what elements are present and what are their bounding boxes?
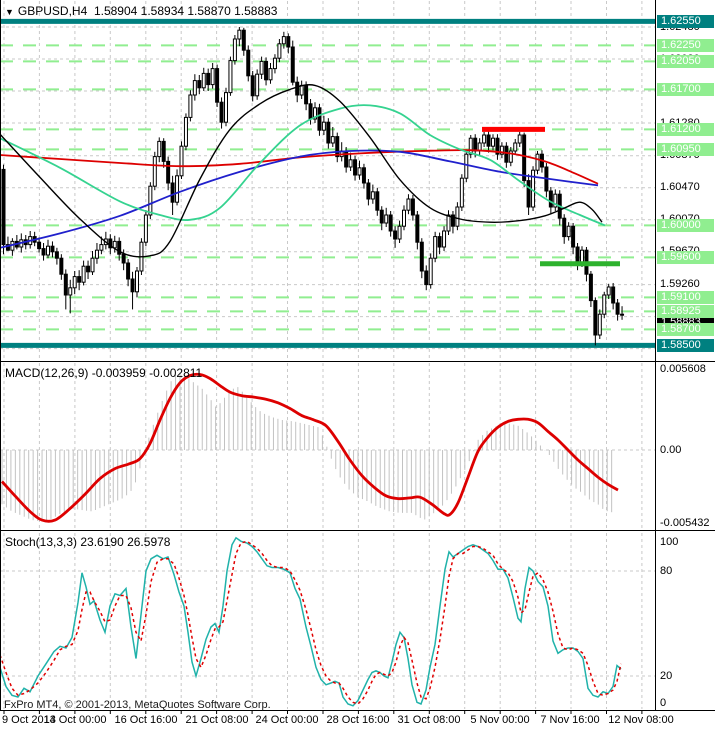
mt4-chart-window: ▼ GBPUSD,H4 1.58904 1.58934 1.58870 1.588… bbox=[0, 0, 715, 729]
green-level-label: 1.58700 bbox=[657, 322, 714, 336]
time-axis-label: 12 Nov 08:00 bbox=[608, 714, 674, 726]
price-tick-label: 1.59260 bbox=[660, 278, 700, 291]
stoch-tick-label: 20 bbox=[660, 669, 673, 682]
time-axis-label: 24 Oct 00:00 bbox=[255, 714, 319, 726]
stoch-tick-label: 80 bbox=[660, 564, 673, 577]
macd-indicator-label: MACD(12,26,9) -0.003959 -0.002811 bbox=[5, 366, 203, 380]
stoch-tick-label: 0 bbox=[660, 696, 667, 709]
ohlc-readout: 1.58904 1.58934 1.58870 1.58883 bbox=[93, 4, 278, 18]
macd-tick-label: 0.005608 bbox=[660, 362, 706, 375]
time-axis-label: 21 Oct 08:00 bbox=[185, 714, 249, 726]
symbol-period-label: GBPUSD,H4 bbox=[17, 4, 88, 18]
time-axis-label: 14 Oct 00:00 bbox=[43, 714, 107, 726]
green-level-label: 1.61700 bbox=[657, 82, 714, 96]
time-axis-label: 28 Oct 16:00 bbox=[326, 714, 390, 726]
time-axis-label: 7 Nov 16:00 bbox=[540, 714, 600, 726]
copyright-text: FxPro MT4, © 2001-2013, MetaQuotes Softw… bbox=[4, 699, 271, 711]
green-level-label: 1.62050 bbox=[657, 54, 714, 68]
stoch-indicator-label: Stoch(13,3,3) 23.6190 26.5978 bbox=[5, 535, 171, 549]
stoch-tick-label: 100 bbox=[660, 535, 679, 548]
green-level-label: 1.62250 bbox=[657, 38, 714, 52]
price-tick-label: 1.60470 bbox=[660, 181, 700, 194]
teal-level-label: 1.58500 bbox=[657, 338, 714, 352]
green-level-label: 1.59600 bbox=[657, 250, 714, 264]
green-level-label: 1.58925 bbox=[657, 304, 714, 318]
green-level-label: 1.60950 bbox=[657, 142, 714, 156]
chart-canvas[interactable] bbox=[0, 0, 715, 729]
symbol-dropdown-icon[interactable]: ▼ bbox=[5, 7, 14, 17]
macd-tick-label: -0.005432 bbox=[660, 516, 710, 529]
green-level-label: 1.60000 bbox=[657, 218, 714, 232]
green-level-label: 1.61200 bbox=[657, 122, 714, 136]
macd-tick-label: 0.00 bbox=[660, 443, 682, 456]
green-level-label: 1.59100 bbox=[657, 290, 714, 304]
time-axis-label: 5 Nov 00:00 bbox=[470, 714, 530, 726]
time-axis-label: 31 Oct 08:00 bbox=[397, 714, 461, 726]
time-axis-label: 16 Oct 16:00 bbox=[114, 714, 178, 726]
chart-title: ▼ GBPUSD,H4 1.58904 1.58934 1.58870 1.588… bbox=[5, 4, 277, 18]
teal-level-label: 1.62550 bbox=[657, 14, 714, 28]
